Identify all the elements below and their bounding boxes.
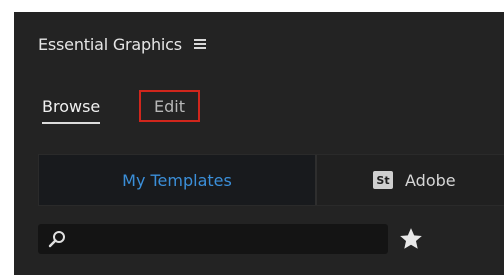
adobe-stock-icon: St (373, 171, 393, 189)
search-input[interactable] (38, 224, 388, 254)
tab-edit[interactable]: Edit (139, 90, 200, 122)
search-icon (48, 231, 65, 248)
tab-browse-label: Browse (42, 96, 101, 116)
adobe-stock-button[interactable]: St Adobe (317, 155, 504, 205)
panel-header: Essential Graphics (38, 34, 206, 54)
adobe-stock-label: Adobe (405, 170, 456, 190)
my-templates-button[interactable]: My Templates (39, 155, 315, 205)
my-templates-label: My Templates (122, 170, 232, 190)
template-source-switch: My Templates St Adobe (38, 154, 504, 206)
hamburger-icon[interactable] (193, 39, 206, 49)
essential-graphics-panel: Essential Graphics Browse Edit My Templa… (14, 12, 504, 275)
active-tab-underline (42, 122, 101, 124)
panel-title: Essential Graphics (38, 34, 182, 54)
star-icon[interactable] (398, 226, 424, 252)
tab-edit-label: Edit (154, 96, 185, 116)
tab-browse[interactable]: Browse (42, 88, 101, 124)
